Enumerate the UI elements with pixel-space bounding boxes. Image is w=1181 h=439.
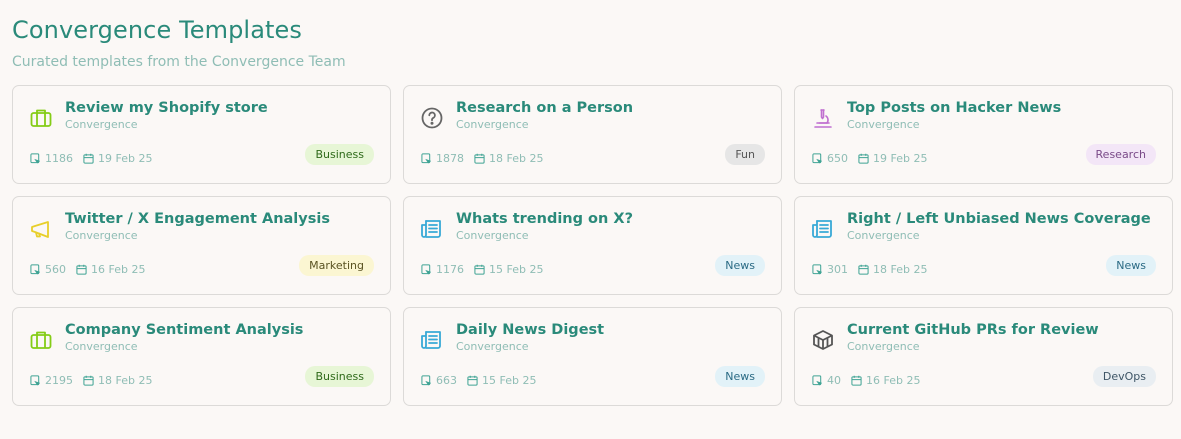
usage-icon <box>812 264 823 275</box>
card-author: Convergence <box>847 340 920 353</box>
card-title: Research on a Person <box>456 100 634 116</box>
calendar-icon <box>76 264 87 275</box>
card-meta: 1176 15 Feb 25 <box>421 263 543 276</box>
card-title: Company Sentiment Analysis <box>65 322 304 338</box>
card-date: 15 Feb 25 <box>489 263 544 276</box>
card-title: Whats trending on X? <box>456 211 633 227</box>
page-title: Convergence Templates <box>12 16 302 44</box>
card-date: 15 Feb 25 <box>482 374 537 387</box>
card-title: Review my Shopify store <box>65 100 268 116</box>
newspaper-icon <box>810 216 836 242</box>
usage-icon <box>30 153 41 164</box>
card-date: 16 Feb 25 <box>91 263 146 276</box>
card-author: Convergence <box>847 229 920 242</box>
calendar-icon <box>467 375 478 386</box>
microscope-icon <box>810 105 836 131</box>
template-card[interactable]: Current GitHub PRs for Review Convergenc… <box>794 307 1173 406</box>
template-card[interactable]: Company Sentiment Analysis Convergence 2… <box>12 307 391 406</box>
usage-count: 40 <box>827 374 841 387</box>
card-author: Convergence <box>65 118 138 131</box>
calendar-icon <box>858 153 869 164</box>
category-tag: News <box>1106 255 1156 276</box>
megaphone-icon <box>28 216 54 242</box>
card-title: Right / Left Unbiased News Coverage <box>847 211 1151 227</box>
template-card[interactable]: Twitter / X Engagement Analysis Converge… <box>12 196 391 295</box>
usage-icon <box>421 375 432 386</box>
usage-count: 650 <box>827 152 848 165</box>
briefcase-icon <box>28 105 54 131</box>
card-date: 18 Feb 25 <box>873 263 928 276</box>
calendar-icon <box>83 375 94 386</box>
category-tag: DevOps <box>1092 366 1156 387</box>
usage-icon <box>30 264 41 275</box>
cube-icon <box>810 327 836 353</box>
card-title: Daily News Digest <box>456 322 605 338</box>
card-meta: 650 19 Feb 25 <box>812 152 927 165</box>
newspaper-icon <box>419 216 445 242</box>
card-date: 16 Feb 25 <box>866 374 921 387</box>
usage-icon <box>421 153 432 164</box>
usage-icon <box>812 153 823 164</box>
calendar-icon <box>851 375 862 386</box>
templates-grid: Review my Shopify store Convergence 1186… <box>12 85 1173 406</box>
card-author: Convergence <box>65 229 138 242</box>
category-tag: Research <box>1085 144 1156 165</box>
card-meta: 663 15 Feb 25 <box>421 374 536 387</box>
card-meta: 1878 18 Feb 25 <box>421 152 543 165</box>
card-date: 18 Feb 25 <box>489 152 544 165</box>
card-meta: 301 18 Feb 25 <box>812 263 927 276</box>
usage-count: 663 <box>436 374 457 387</box>
card-title: Top Posts on Hacker News <box>847 100 1062 116</box>
category-tag: Business <box>305 366 374 387</box>
category-tag: News <box>715 366 765 387</box>
category-tag: Fun <box>725 144 765 165</box>
category-tag: News <box>715 255 765 276</box>
card-meta: 2195 18 Feb 25 <box>30 374 152 387</box>
card-meta: 560 16 Feb 25 <box>30 263 145 276</box>
template-card[interactable]: Review my Shopify store Convergence 1186… <box>12 85 391 184</box>
card-author: Convergence <box>456 340 529 353</box>
usage-icon <box>30 375 41 386</box>
usage-count: 560 <box>45 263 66 276</box>
card-author: Convergence <box>456 118 529 131</box>
usage-count: 301 <box>827 263 848 276</box>
template-card[interactable]: Daily News Digest Convergence 663 15 Feb… <box>403 307 782 406</box>
page-subtitle: Curated templates from the Convergence T… <box>12 54 346 70</box>
card-meta: 40 16 Feb 25 <box>812 374 920 387</box>
calendar-icon <box>474 264 485 275</box>
newspaper-icon <box>419 327 445 353</box>
card-title: Current GitHub PRs for Review <box>847 322 1099 338</box>
template-card[interactable]: Top Posts on Hacker News Convergence 650… <box>794 85 1173 184</box>
question-icon <box>419 105 445 131</box>
usage-count: 1176 <box>436 263 464 276</box>
usage-icon <box>812 375 823 386</box>
usage-count: 1186 <box>45 152 73 165</box>
usage-count: 1878 <box>436 152 464 165</box>
card-date: 19 Feb 25 <box>873 152 928 165</box>
usage-icon <box>421 264 432 275</box>
card-author: Convergence <box>65 340 138 353</box>
card-date: 19 Feb 25 <box>98 152 153 165</box>
template-card[interactable]: Whats trending on X? Convergence 1176 15… <box>403 196 782 295</box>
card-title: Twitter / X Engagement Analysis <box>65 211 330 227</box>
template-card[interactable]: Right / Left Unbiased News Coverage Conv… <box>794 196 1173 295</box>
category-tag: Business <box>305 144 374 165</box>
usage-count: 2195 <box>45 374 73 387</box>
calendar-icon <box>858 264 869 275</box>
card-meta: 1186 19 Feb 25 <box>30 152 152 165</box>
card-author: Convergence <box>847 118 920 131</box>
category-tag: Marketing <box>299 255 374 276</box>
card-author: Convergence <box>456 229 529 242</box>
briefcase-icon <box>28 327 54 353</box>
card-date: 18 Feb 25 <box>98 374 153 387</box>
calendar-icon <box>83 153 94 164</box>
template-card[interactable]: Research on a Person Convergence 1878 18… <box>403 85 782 184</box>
calendar-icon <box>474 153 485 164</box>
